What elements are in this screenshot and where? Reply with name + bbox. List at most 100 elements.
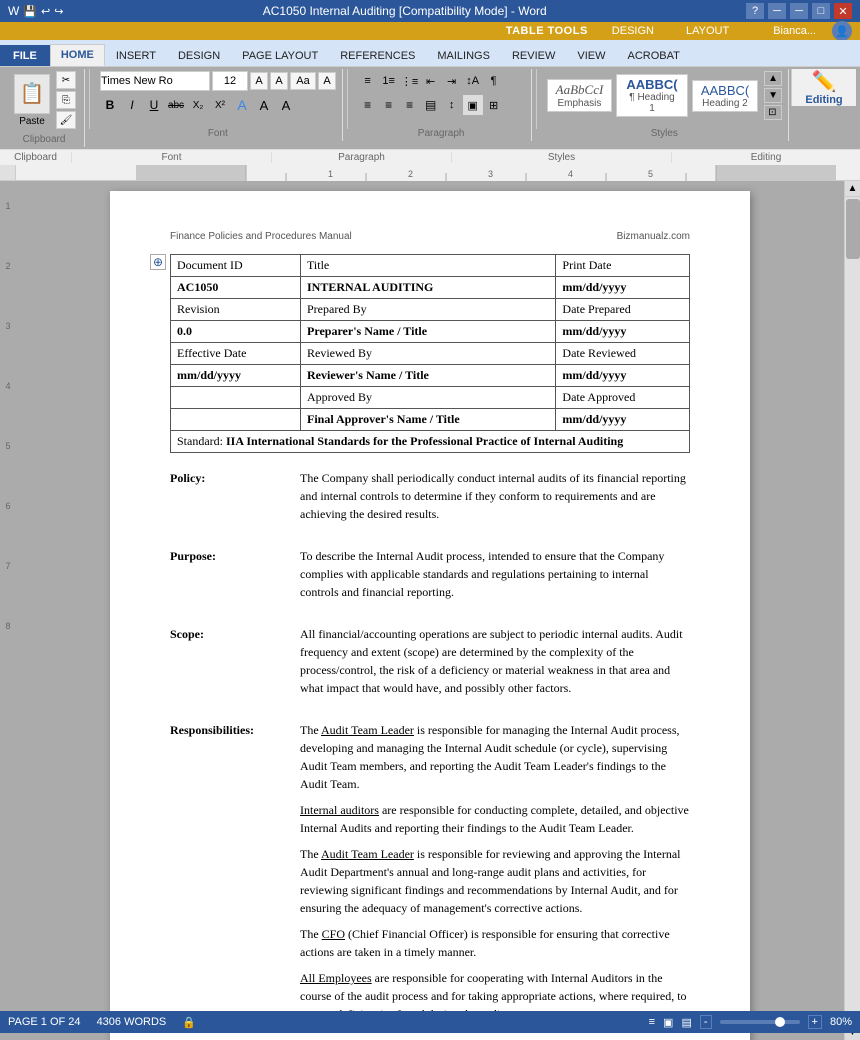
font-color-button[interactable]: A bbox=[276, 95, 296, 115]
tab-references[interactable]: REFERENCES bbox=[329, 45, 426, 66]
show-formatting-button[interactable]: ¶ bbox=[484, 71, 504, 91]
table-layout-tab[interactable]: LAYOUT bbox=[678, 25, 737, 37]
ruler-content: 1 2 3 4 5 bbox=[128, 165, 860, 181]
sort-button[interactable]: ↕A bbox=[463, 71, 483, 91]
approved-value: Final Approver's Name / Title bbox=[301, 409, 556, 431]
doc-title-value: INTERNAL AUDITING bbox=[301, 277, 556, 299]
quick-access-undo[interactable]: ↩ bbox=[41, 5, 50, 18]
underline-button[interactable]: U bbox=[144, 95, 164, 115]
standard-bold: IIA International Standards for the Prof… bbox=[226, 434, 623, 448]
table-design-tab[interactable]: DESIGN bbox=[604, 25, 662, 37]
align-right-button[interactable]: ≡ bbox=[400, 95, 420, 115]
heading1-preview: AABBC( bbox=[625, 77, 679, 92]
style-emphasis-box[interactable]: AaBbCcI Emphasis bbox=[547, 79, 613, 112]
line-spacing-button[interactable]: ↕ bbox=[442, 95, 462, 115]
tab-page-layout[interactable]: PAGE LAYOUT bbox=[231, 45, 329, 66]
multilevel-button[interactable]: ⋮≡ bbox=[400, 71, 420, 91]
justify-button[interactable]: ▤ bbox=[421, 95, 441, 115]
document-area[interactable]: Finance Policies and Procedures Manual B… bbox=[16, 181, 844, 1040]
quick-access-redo[interactable]: ↪ bbox=[54, 5, 63, 18]
minimize-btn[interactable]: ─ bbox=[790, 3, 808, 19]
zoom-minus-btn[interactable]: - bbox=[700, 1015, 712, 1029]
copy-button[interactable]: ⎘ bbox=[56, 91, 76, 109]
user-avatar: 👤 bbox=[832, 21, 852, 41]
tab-review[interactable]: REVIEW bbox=[501, 45, 566, 66]
responsibilities-para-1: The Audit Team Leader is responsible for… bbox=[300, 721, 690, 793]
align-center-button[interactable]: ≡ bbox=[379, 95, 399, 115]
tab-home[interactable]: HOME bbox=[50, 44, 105, 66]
cut-button[interactable]: ✂ bbox=[56, 71, 76, 89]
tab-design[interactable]: DESIGN bbox=[167, 45, 231, 66]
view-print-icon[interactable]: ≡ bbox=[649, 1016, 655, 1028]
responsibilities-section: Responsibilities: The Audit Team Leader … bbox=[170, 721, 690, 1031]
strikethrough-button[interactable]: abc bbox=[166, 95, 186, 115]
svg-text:5: 5 bbox=[648, 169, 653, 179]
borders-button[interactable]: ⊞ bbox=[484, 95, 504, 115]
table-add-button[interactable]: ⊕ bbox=[150, 254, 166, 270]
styles-scroll-up[interactable]: ▲ ▼ ⊡ bbox=[764, 71, 782, 120]
prepared-label: Prepared By bbox=[301, 299, 556, 321]
margin-num-5: 5 bbox=[5, 441, 10, 451]
view-outline-icon[interactable]: ▤ bbox=[681, 1016, 691, 1029]
font-shrink-button[interactable]: A bbox=[270, 72, 288, 90]
tab-insert[interactable]: INSERT bbox=[105, 45, 167, 66]
editing-panel[interactable]: ✏️ Editing bbox=[791, 69, 856, 106]
styles-label: Styles bbox=[541, 128, 788, 139]
styles-down-arrow[interactable]: ▼ bbox=[764, 88, 782, 103]
help-icon[interactable]: ? bbox=[746, 3, 764, 19]
increase-indent-button[interactable]: ⇥ bbox=[442, 71, 462, 91]
superscript-button[interactable]: X² bbox=[210, 95, 230, 115]
right-scrollbar[interactable]: ▲ ▼ bbox=[844, 181, 860, 1040]
paste-button[interactable]: 📋 Paste bbox=[10, 74, 54, 127]
word-count: 4306 WORDS bbox=[97, 1016, 167, 1028]
list-row: ≡ 1≡ ⋮≡ ⇤ ⇥ ↕A ¶ bbox=[358, 71, 504, 91]
doc-print-label: Print Date bbox=[556, 255, 690, 277]
text-effects-button[interactable]: A bbox=[232, 95, 252, 115]
align-left-button[interactable]: ≡ bbox=[358, 95, 378, 115]
bold-button[interactable]: B bbox=[100, 95, 120, 115]
tab-file[interactable]: FILE bbox=[0, 45, 50, 66]
bullets-button[interactable]: ≡ bbox=[358, 71, 378, 91]
table-row-4: Approved By Date Approved bbox=[171, 387, 690, 409]
header-right: Bizmanualz.com bbox=[617, 231, 690, 242]
italic-button[interactable]: I bbox=[122, 95, 142, 115]
user-name[interactable]: Bianca... bbox=[773, 25, 816, 37]
style-heading1-box[interactable]: AABBC( ¶ Heading 1 bbox=[616, 74, 688, 117]
format-painter-button[interactable]: 🖌 bbox=[56, 111, 76, 129]
view-web-icon[interactable]: ▣ bbox=[663, 1016, 673, 1029]
eff-date-value: mm/dd/yyyy bbox=[171, 365, 301, 387]
style-heading2-box[interactable]: AABBC( Heading 2 bbox=[692, 80, 758, 112]
decrease-indent-button[interactable]: ⇤ bbox=[421, 71, 441, 91]
scroll-thumb[interactable] bbox=[846, 199, 860, 259]
header-left: Finance Policies and Procedures Manual bbox=[170, 231, 352, 242]
ribbon-display-btn[interactable]: ─ bbox=[768, 3, 786, 19]
font-name-input[interactable] bbox=[100, 71, 210, 91]
subscript-button[interactable]: X₂ bbox=[188, 95, 208, 115]
styles-up-arrow[interactable]: ▲ bbox=[764, 71, 782, 86]
clear-format-button[interactable]: A bbox=[318, 72, 336, 90]
font-case-button[interactable]: Aa bbox=[290, 72, 316, 90]
shading-button[interactable]: ▣ bbox=[463, 95, 483, 115]
tab-acrobat[interactable]: ACROBAT bbox=[616, 45, 690, 66]
status-right: ≡ ▣ ▤ - + 80% bbox=[649, 1015, 852, 1029]
styles-expand-arrow[interactable]: ⊡ bbox=[764, 105, 782, 120]
zoom-plus-btn[interactable]: + bbox=[808, 1015, 822, 1029]
ribbon-tabs: FILE HOME INSERT DESIGN PAGE LAYOUT REFE… bbox=[0, 40, 860, 66]
font-size-input[interactable] bbox=[212, 71, 248, 91]
close-btn[interactable]: ✕ bbox=[834, 3, 852, 19]
date-approved-value: mm/dd/yyyy bbox=[556, 409, 690, 431]
tab-mailings[interactable]: MAILINGS bbox=[426, 45, 501, 66]
text-highlight-button[interactable]: A bbox=[254, 95, 274, 115]
tab-view[interactable]: VIEW bbox=[566, 45, 616, 66]
numbering-button[interactable]: 1≡ bbox=[379, 71, 399, 91]
scroll-up-btn[interactable]: ▲ bbox=[845, 181, 860, 197]
page-info: PAGE 1 OF 24 bbox=[8, 1016, 81, 1028]
font-grow-button[interactable]: A bbox=[250, 72, 268, 90]
quick-access-save[interactable]: 💾 bbox=[23, 5, 37, 18]
editing-group-footer: Editing bbox=[672, 152, 860, 163]
clipboard-extras: ✂ ⎘ 🖌 bbox=[56, 71, 76, 129]
restore-btn[interactable]: □ bbox=[812, 3, 830, 19]
clipboard-group: 📋 Paste ✂ ⎘ 🖌 Clipboard bbox=[4, 69, 85, 147]
zoom-track[interactable] bbox=[720, 1020, 800, 1024]
table-row-4b: Final Approver's Name / Title mm/dd/yyyy bbox=[171, 409, 690, 431]
